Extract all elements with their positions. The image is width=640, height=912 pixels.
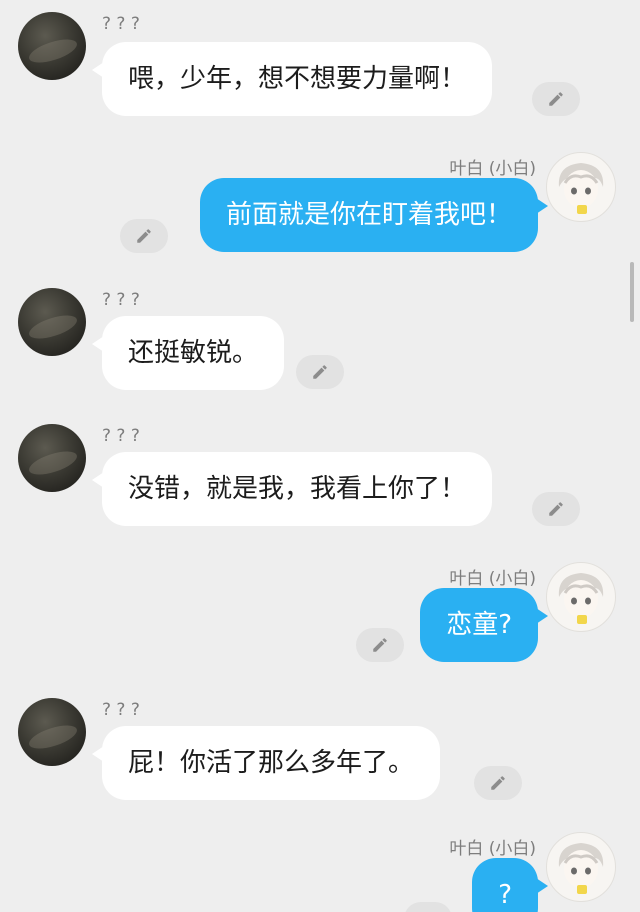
scrollbar[interactable] — [630, 262, 634, 322]
message-bubble[interactable]: 没错，就是我，我看上你了！ — [91, 452, 493, 526]
sender-name: ? ? ? — [102, 700, 140, 720]
message-bubble[interactable]: 喂，少年，想不想要力量啊！ — [91, 42, 493, 116]
edit-button[interactable] — [474, 766, 522, 800]
sender-name: ? ? ? — [102, 426, 140, 446]
sender-name: 叶白 (小白) — [449, 569, 536, 589]
avatar[interactable] — [18, 12, 86, 80]
edit-button[interactable] — [296, 355, 344, 389]
edit-button[interactable] — [532, 82, 580, 116]
sender-name: 叶白 (小白) — [449, 159, 536, 179]
message-bubble[interactable]: 屁！你活了那么多年了。 — [91, 726, 441, 800]
sender-name: ? ? ? — [102, 14, 140, 34]
pencil-icon — [549, 502, 563, 516]
avatar[interactable] — [18, 698, 86, 766]
pencil-icon — [137, 229, 151, 243]
anime-character-icon — [558, 163, 604, 214]
sender-name: 叶白 (小白) — [449, 839, 536, 859]
pencil-icon — [549, 92, 563, 106]
avatar[interactable] — [546, 562, 616, 632]
message-bubble[interactable]: 前面就是你在盯着我吧！ — [199, 178, 549, 252]
avatar[interactable] — [546, 152, 616, 222]
edit-button[interactable] — [356, 628, 404, 662]
edit-button[interactable] — [120, 219, 168, 253]
chat-view[interactable]: ? ? ? 喂，少年，想不想要力量啊！ 叶白 (小白) 前面就是你在盯着我吧！ … — [0, 0, 640, 912]
avatar[interactable] — [546, 832, 616, 902]
sender-name: ? ? ? — [102, 290, 140, 310]
anime-character-icon — [558, 843, 604, 894]
pencil-icon — [491, 776, 505, 790]
avatar[interactable] — [18, 288, 86, 356]
pencil-icon — [373, 638, 387, 652]
message-bubble[interactable]: ? — [472, 858, 548, 912]
avatar[interactable] — [18, 424, 86, 492]
anime-character-icon — [558, 573, 604, 624]
message-bubble[interactable]: 还挺敏锐。 — [91, 316, 285, 390]
edit-button[interactable] — [404, 902, 452, 912]
message-bubble[interactable]: 恋童? — [420, 588, 548, 662]
pencil-icon — [313, 365, 327, 379]
edit-button[interactable] — [532, 492, 580, 526]
